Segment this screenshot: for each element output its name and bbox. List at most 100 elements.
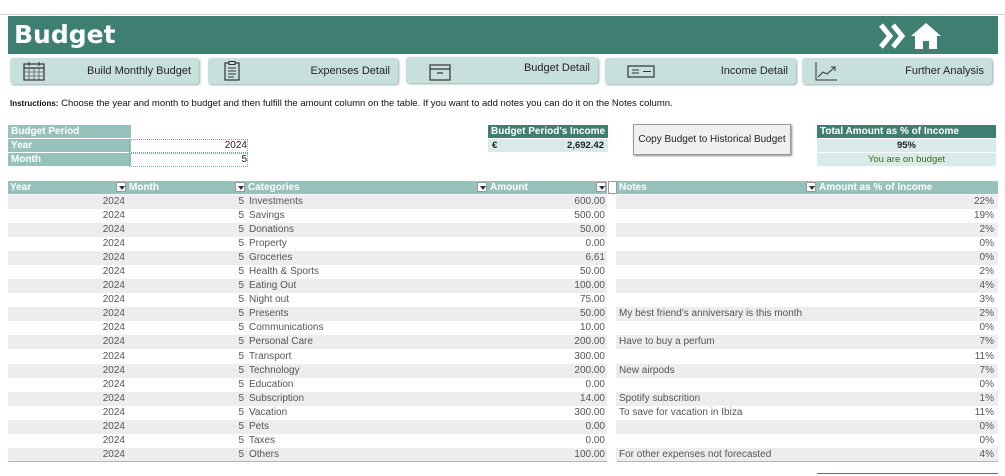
income-value-cell: € 2,692.42 <box>488 139 608 152</box>
copy-to-historical-button[interactable]: Copy Budget to Historical Budget <box>633 124 791 155</box>
notes-cell[interactable] <box>619 293 819 307</box>
table-row: 2024 5 Vacation 300.00 To save for vacation … <box>8 406 998 420</box>
col-header-notes[interactable]: Notes <box>617 181 817 194</box>
month-label: Month <box>8 153 131 166</box>
col-header-year[interactable]: Year <box>8 181 127 194</box>
percent-cell: 0% <box>979 378 994 390</box>
month-cell: 5 <box>238 224 244 236</box>
percent-cell: 2% <box>979 266 994 278</box>
table-row: 2024 5 Education 0.00 0% <box>8 378 998 392</box>
table-row: 2024 5 Others 100.00 For other expenses not … <box>8 447 998 462</box>
notes-cell[interactable] <box>619 209 819 223</box>
amount-cell[interactable]: 75.00 <box>488 293 605 307</box>
amount-cell[interactable]: 200.00 <box>488 364 605 378</box>
col-header-amount[interactable]: Amount <box>488 181 607 194</box>
col-header-month[interactable]: Month <box>127 181 246 194</box>
budget-table-body: 2024 5 Investments 600.00 22% 2024 5 Savings 500… <box>8 195 998 462</box>
month-cell: 5 <box>238 266 244 278</box>
amount-cell[interactable]: 14.00 <box>488 392 605 406</box>
percent-cell: 0% <box>979 252 994 264</box>
notes-cell[interactable] <box>619 321 819 335</box>
col-header-label: Amount <box>490 182 528 193</box>
amount-cell[interactable]: 50.00 <box>488 307 605 321</box>
notes-cell[interactable] <box>619 420 819 434</box>
amount-cell[interactable]: 0.00 <box>488 420 605 434</box>
filter-dropdown-icon[interactable] <box>116 182 126 192</box>
filter-dropdown-icon[interactable] <box>596 182 606 192</box>
amount-cell[interactable]: 600.00 <box>488 195 605 209</box>
col-header-label: Month <box>129 182 159 193</box>
amount-sort-dropdown-icon[interactable] <box>608 181 617 194</box>
amount-cell[interactable]: 300.00 <box>488 406 605 420</box>
build-monthly-budget-button[interactable]: Build Monthly Budget <box>10 58 199 84</box>
percent-cell: 0% <box>979 322 994 334</box>
amount-cell[interactable]: 500.00 <box>488 209 605 223</box>
month-input[interactable]: 5 <box>129 153 248 167</box>
table-row: 2024 5 Presents 50.00 My best friend's anniv… <box>8 307 998 322</box>
filter-dropdown-icon[interactable] <box>477 182 487 192</box>
top-divider <box>0 14 1005 15</box>
notes-cell[interactable] <box>619 434 819 448</box>
amount-cell[interactable]: 200.00 <box>488 335 605 349</box>
col-header-amount-percent[interactable]: Amount as % of Income <box>817 181 998 194</box>
table-row: 2024 5 Property 0.00 0% <box>8 237 998 251</box>
instructions: Instructions: Choose the year and month … <box>10 98 673 109</box>
table-row: 2024 5 Pets 0.00 0% <box>8 419 998 434</box>
filter-dropdown-icon[interactable] <box>235 182 245 192</box>
category-cell: Personal Care <box>249 336 313 348</box>
percent-cell: 7% <box>979 364 994 376</box>
amount-cell[interactable]: 0.00 <box>488 237 605 251</box>
table-row: 2024 5 Technology 200.00 New airpods 7% <box>8 363 998 378</box>
notes-cell[interactable] <box>619 223 819 237</box>
year-cell: 2024 <box>102 322 125 334</box>
income-detail-button[interactable]: Income Detail <box>605 58 796 84</box>
amount-cell[interactable]: 300.00 <box>488 350 605 364</box>
notes-cell[interactable] <box>619 237 819 251</box>
amount-cell[interactable]: 100.00 <box>488 448 605 462</box>
table-row: 2024 5 Savings 500.00 19% <box>8 209 998 223</box>
year-cell: 2024 <box>102 378 125 390</box>
notes-cell[interactable] <box>619 350 819 364</box>
budget-detail-button[interactable]: Budget Detail <box>406 57 598 83</box>
amount-cell[interactable]: 0.00 <box>488 434 605 448</box>
amount-cell[interactable]: 6.61 <box>488 251 605 265</box>
notes-cell[interactable] <box>619 279 819 293</box>
filter-dropdown-icon[interactable] <box>806 182 816 192</box>
nav-label: Expenses Detail <box>310 65 391 77</box>
table-row: 2024 5 Subscription 14.00 Spotify subscritio… <box>8 391 998 406</box>
expenses-detail-button[interactable]: Expenses Detail <box>208 58 398 84</box>
year-cell: 2024 <box>102 434 125 446</box>
notes-cell[interactable]: Spotify subscrition <box>619 392 819 406</box>
amount-cell[interactable]: 50.00 <box>488 265 605 279</box>
home-icon[interactable] <box>910 22 942 50</box>
double-chevron-icon[interactable] <box>878 23 908 49</box>
col-header-categories[interactable]: Categories <box>246 181 488 194</box>
notes-cell[interactable] <box>619 195 819 209</box>
notes-cell[interactable]: New airpods <box>619 364 819 378</box>
amount-cell[interactable]: 100.00 <box>488 279 605 293</box>
amount-cell[interactable]: 50.00 <box>488 223 605 237</box>
trend-chart-icon <box>815 62 837 81</box>
amount-cell[interactable]: 10.00 <box>488 321 605 335</box>
col-header-label: Notes <box>619 182 647 193</box>
year-cell: 2024 <box>102 336 125 348</box>
notes-cell[interactable] <box>619 265 819 279</box>
money-icon <box>627 65 655 78</box>
notes-cell[interactable] <box>619 251 819 265</box>
year-cell: 2024 <box>102 280 125 292</box>
notes-cell[interactable]: Have to buy a perfum <box>619 335 819 349</box>
month-cell: 5 <box>238 238 244 250</box>
notes-cell[interactable]: To save for vacation in Ibiza <box>619 406 819 420</box>
category-cell: Pets <box>249 420 270 432</box>
notes-cell[interactable]: For other expenses not forecasted <box>619 448 819 462</box>
notes-cell[interactable]: My best friend's anniversary is this mon… <box>619 307 819 321</box>
category-cell: Property <box>249 238 287 250</box>
table-bottom-border <box>8 461 607 462</box>
year-input[interactable]: 2024 <box>129 139 248 153</box>
amount-cell[interactable]: 0.00 <box>488 378 605 392</box>
income-header: Budget Period's Income <box>488 125 608 138</box>
total-percent-value: 95% <box>817 139 996 152</box>
notes-cell[interactable] <box>619 378 819 392</box>
month-cell: 5 <box>238 378 244 390</box>
further-analysis-button[interactable]: Further Analysis <box>802 58 992 84</box>
